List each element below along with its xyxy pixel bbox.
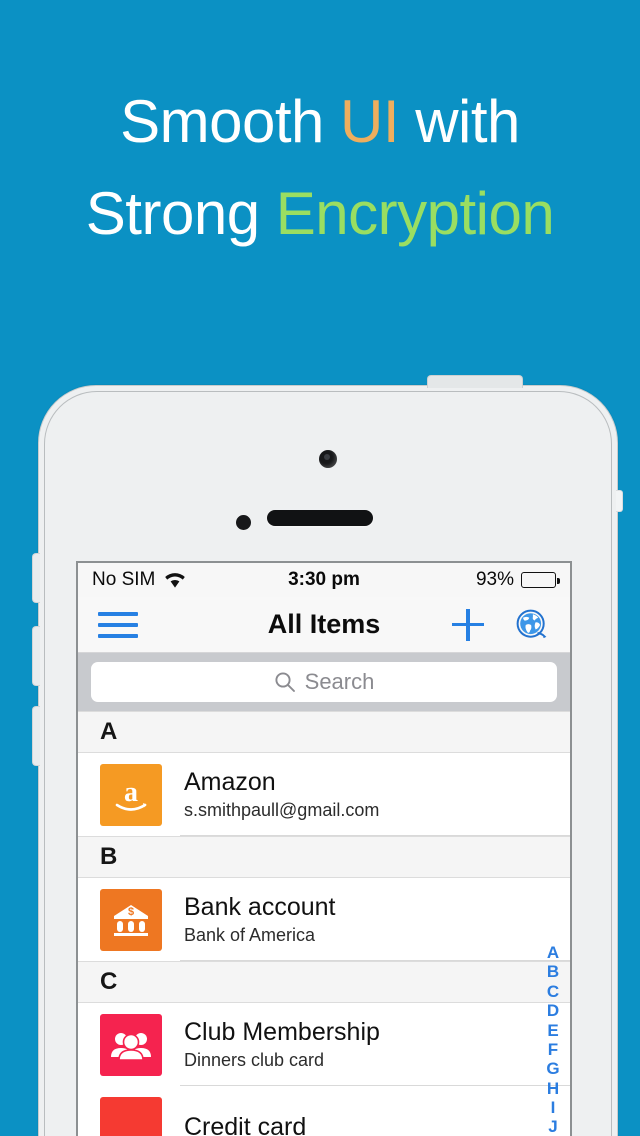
- alphabet-index-sidebar[interactable]: A B C D E F G H I J K L M N O P: [540, 943, 566, 1136]
- index-letter[interactable]: H: [547, 1079, 559, 1098]
- credit-card-icon: [100, 1096, 162, 1136]
- index-letter[interactable]: G: [546, 1059, 559, 1078]
- power-button[interactable]: [427, 375, 523, 388]
- hamburger-line-2: [98, 622, 138, 627]
- proximity-sensor: [236, 515, 251, 530]
- search-bar-container: Search: [78, 653, 570, 711]
- volume-down-button[interactable]: [32, 706, 40, 766]
- hamburger-line-3: [98, 633, 138, 638]
- index-letter[interactable]: E: [547, 1021, 558, 1040]
- index-letter[interactable]: B: [547, 962, 559, 981]
- plus-icon[interactable]: [452, 608, 484, 641]
- search-icon: [275, 672, 295, 692]
- svg-text:$: $: [128, 906, 134, 918]
- bank-building-glyph: $: [114, 904, 148, 936]
- list-item[interactable]: a Amazon s.smithpaull@gmail.com: [78, 753, 570, 836]
- search-placeholder: Search: [304, 669, 375, 694]
- list-item[interactable]: $ Bank account Bank of America: [78, 878, 570, 961]
- search-input[interactable]: Search: [91, 662, 557, 702]
- front-camera: [319, 450, 337, 468]
- index-letter[interactable]: D: [547, 1001, 559, 1020]
- list-item-title: Club Membership: [184, 1018, 380, 1047]
- navigation-bar-actions: [452, 607, 550, 643]
- headline-line2-part1: Strong: [85, 180, 276, 247]
- list-item-text: Bank account Bank of America: [184, 893, 336, 946]
- list-item-text: Credit card: [184, 1113, 306, 1136]
- list-item-title: Bank account: [184, 893, 336, 922]
- items-list[interactable]: A a Amazon s.smithpaull@gmail.com B $ Ba…: [78, 711, 570, 1136]
- battery-percent-label: 93%: [475, 569, 514, 590]
- promo-headline: Smooth UI with Strong Encryption: [0, 92, 640, 244]
- globe-icon[interactable]: [514, 607, 550, 643]
- wifi-icon: [165, 573, 186, 588]
- volume-up-button[interactable]: [32, 626, 40, 686]
- index-letter[interactable]: J: [548, 1117, 557, 1136]
- headline-line-2: Strong Encryption: [0, 184, 640, 244]
- svg-text:a: a: [124, 777, 138, 808]
- section-header-a: A: [78, 711, 570, 753]
- status-bar-right: 93%: [475, 569, 560, 591]
- battery-icon: [521, 572, 560, 588]
- list-item-text: Club Membership Dinners club card: [184, 1018, 380, 1071]
- people-group-glyph: [111, 1032, 151, 1061]
- sim-tray-notch: [616, 490, 623, 512]
- navigation-bar: All Items: [78, 597, 570, 653]
- headline-line-1: Smooth UI with: [0, 92, 640, 152]
- amazon-icon: a: [100, 763, 162, 826]
- headline-accent-ui: UI: [340, 88, 400, 155]
- section-header-c: C: [78, 961, 570, 1003]
- list-item-subtitle: s.smithpaull@gmail.com: [184, 799, 380, 820]
- status-bar: No SIM 3:30 pm 93%: [78, 563, 570, 597]
- index-letter[interactable]: A: [547, 943, 559, 962]
- earpiece-speaker: [267, 510, 373, 526]
- headline-accent-encryption: Encryption: [275, 180, 555, 247]
- iphone-device-frame: No SIM 3:30 pm 93% All Items Search A a …: [32, 375, 623, 1136]
- row-divider: [180, 960, 570, 961]
- list-item-title: Amazon: [184, 768, 276, 797]
- status-bar-left: No SIM: [92, 569, 187, 591]
- list-item-subtitle: Dinners club card: [184, 1049, 325, 1070]
- headline-line1-part1: Smooth: [120, 88, 341, 155]
- list-item[interactable]: Club Membership Dinners club card: [78, 1003, 570, 1086]
- hamburger-line-1: [98, 611, 138, 616]
- section-header-b: B: [78, 836, 570, 878]
- clock-label: 3:30 pm: [288, 569, 360, 590]
- index-letter[interactable]: C: [547, 982, 559, 1001]
- list-item-title: Credit card: [184, 1113, 307, 1136]
- bank-icon: $: [100, 888, 162, 951]
- carrier-label: No SIM: [92, 569, 156, 590]
- hamburger-menu-icon[interactable]: [98, 611, 138, 638]
- index-letter[interactable]: I: [551, 1098, 556, 1117]
- amazon-glyph: a: [115, 777, 147, 811]
- row-divider: [180, 835, 570, 836]
- list-item-subtitle: Bank of America: [184, 924, 316, 945]
- list-item[interactable]: Credit card: [78, 1086, 570, 1136]
- headline-line1-part2: with: [399, 88, 520, 155]
- people-group-icon: [100, 1013, 162, 1076]
- phone-screen: No SIM 3:30 pm 93% All Items Search A a …: [76, 561, 572, 1136]
- mute-switch[interactable]: [32, 553, 40, 603]
- list-item-text: Amazon s.smithpaull@gmail.com: [184, 768, 379, 821]
- index-letter[interactable]: F: [548, 1040, 558, 1059]
